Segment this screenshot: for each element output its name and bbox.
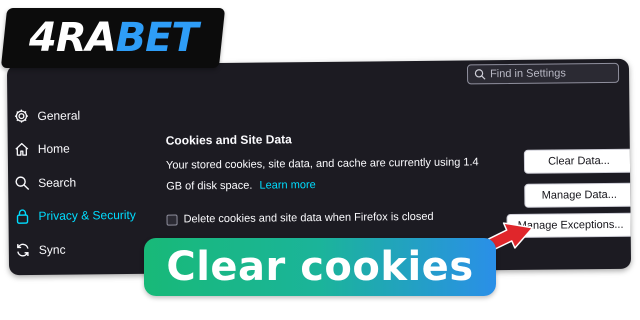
search-icon [474, 69, 486, 80]
settings-sidebar: General Home Search Privacy & Security S… [7, 98, 159, 267]
cookies-section: Cookies and Site Data Your stored cookie… [166, 129, 627, 226]
home-icon [12, 139, 32, 159]
learn-more-link[interactable]: Learn more [259, 179, 315, 192]
sidebar-item-label: General [37, 108, 81, 123]
sidebar-item-privacy-security[interactable]: Privacy & Security [8, 198, 158, 233]
section-title: Cookies and Site Data [165, 132, 292, 148]
settings-search-input[interactable] [489, 66, 617, 81]
search-icon [12, 173, 32, 193]
settings-search-box[interactable] [466, 62, 620, 85]
brand-logo: 4RABET [0, 8, 226, 68]
sidebar-item-label: Search [38, 175, 77, 190]
sidebar-item-sync[interactable]: Sync [9, 232, 159, 267]
delete-on-close-checkbox[interactable] [166, 213, 178, 226]
gear-icon [11, 106, 31, 126]
description-text: Your stored cookies, site data, and cach… [165, 156, 479, 193]
sidebar-item-home[interactable]: Home [8, 131, 158, 166]
sidebar-item-search[interactable]: Search [8, 165, 158, 200]
clear-data-button[interactable]: Clear Data... [523, 148, 632, 174]
title-banner: Clear cookies [144, 238, 496, 296]
sidebar-item-label: Home [37, 141, 70, 157]
cookies-description: Your stored cookies, site data, and cach… [166, 152, 496, 197]
sidebar-item-general[interactable]: General [7, 98, 157, 133]
logo-text: 4RABET [28, 15, 198, 61]
manage-data-button[interactable]: Manage Data... [524, 182, 632, 208]
stage: General Home Search [0, 0, 640, 320]
checkbox-label: Delete cookies and site data when Firefo… [183, 210, 434, 226]
banner-text: Clear cookies [166, 244, 474, 290]
sidebar-item-label: Sync [38, 242, 66, 257]
sync-icon [13, 240, 33, 260]
lock-icon [12, 206, 32, 226]
sidebar-item-label: Privacy & Security [38, 208, 136, 224]
